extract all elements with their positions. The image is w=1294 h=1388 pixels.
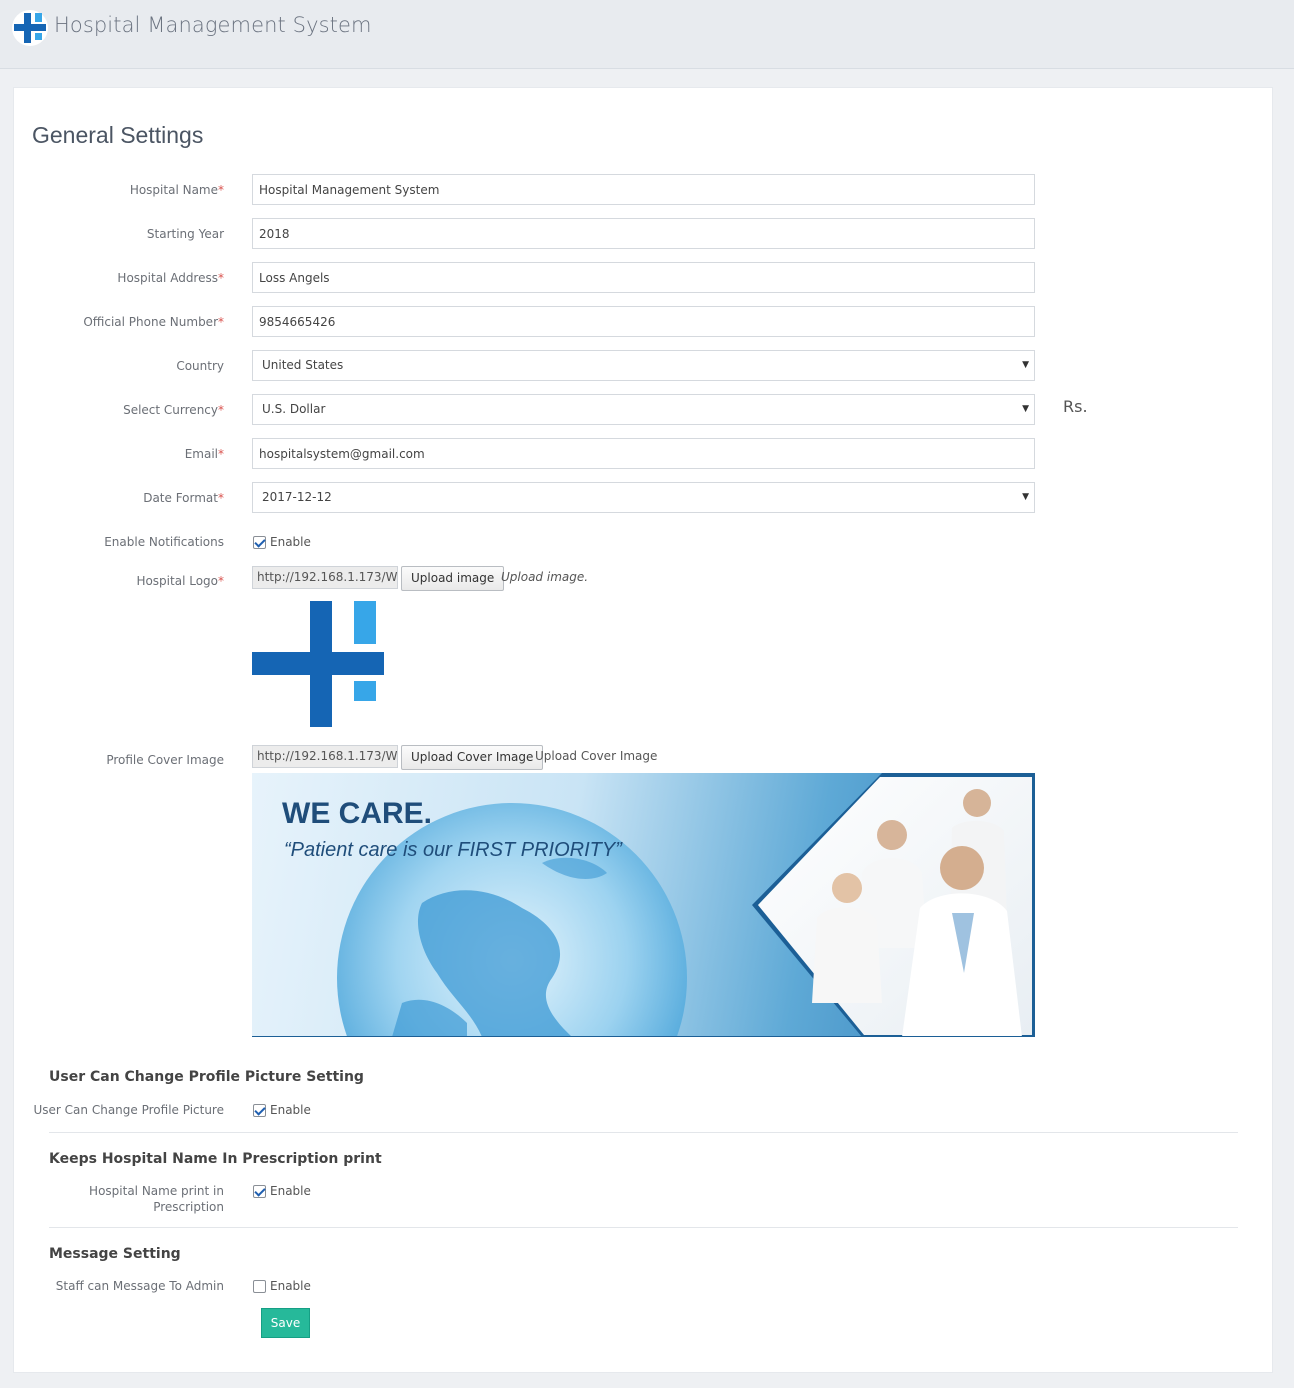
hospital-name-input[interactable] (252, 174, 1035, 205)
starting-year-input[interactable] (252, 218, 1035, 249)
notifications-label: Enable Notifications (104, 535, 224, 549)
section-divider (49, 1132, 1238, 1133)
prescription-checkbox-label[interactable]: Enable (270, 1184, 311, 1198)
prescription-label: Hospital Name print in Prescription (89, 1184, 224, 1214)
upload-logo-button[interactable]: Upload image (401, 566, 505, 591)
cover-image-url-input[interactable]: http://192.168.1.173/Wor (252, 745, 398, 768)
profile-picture-checkbox-label[interactable]: Enable (270, 1103, 311, 1117)
caret-down-icon: ▼ (1022, 492, 1029, 502)
hospital-logo-url-input[interactable]: http://192.168.1.173/Wor (252, 566, 398, 589)
profile-picture-label: User Can Change Profile Picture (33, 1103, 224, 1117)
top-navbar: Hospital Management System (0, 0, 1294, 69)
date-format-selected-value: 2017-12-12 (262, 490, 332, 504)
staff-message-checkbox-label[interactable]: Enable (270, 1279, 311, 1293)
required-marker: * (218, 574, 224, 588)
phone-input[interactable] (252, 306, 1035, 337)
email-label: Email* (184, 447, 224, 461)
general-settings-panel: General Settings Hospital Name* Starting… (13, 87, 1273, 1373)
cover-image-preview: WE CARE. “Patient care is our FIRST PRIO… (252, 773, 1035, 1037)
phone-label: Official Phone Number* (83, 315, 224, 329)
section-divider (49, 1227, 1238, 1228)
prescription-section-title: Keeps Hospital Name In Prescription prin… (49, 1151, 382, 1167)
notifications-checkbox[interactable] (253, 536, 266, 549)
upload-cover-hint: Upload Cover Image (535, 749, 658, 763)
page-title: General Settings (32, 122, 204, 148)
required-marker: * (218, 271, 224, 285)
hospital-logo-preview (252, 601, 384, 727)
hospital-name-label: Hospital Name* (129, 183, 224, 197)
upload-logo-hint: Upload image. (501, 570, 589, 584)
required-marker: * (218, 315, 224, 329)
hospital-address-input[interactable] (252, 262, 1035, 293)
required-marker: * (218, 491, 224, 505)
caret-down-icon: ▼ (1022, 404, 1029, 414)
country-label: Country (176, 359, 224, 373)
country-select[interactable]: United States ▼ (252, 350, 1035, 381)
message-section-title: Message Setting (49, 1246, 181, 1262)
currency-selected-value: U.S. Dollar (262, 402, 326, 416)
prescription-checkbox[interactable] (253, 1185, 266, 1198)
currency-select[interactable]: U.S. Dollar ▼ (252, 394, 1035, 425)
date-format-label: Date Format* (143, 491, 224, 505)
cover-tagline: “Patient care is our FIRST PRIORITY” (284, 839, 622, 861)
starting-year-label: Starting Year (146, 227, 224, 241)
staff-message-checkbox[interactable] (253, 1280, 266, 1293)
required-marker: * (218, 183, 224, 197)
app-title[interactable]: Hospital Management System (54, 13, 372, 37)
upload-cover-button[interactable]: Upload Cover Image (401, 745, 544, 770)
required-marker: * (218, 447, 224, 461)
country-selected-value: United States (262, 358, 344, 372)
profile-picture-checkbox[interactable] (253, 1104, 266, 1117)
cover-image-label: Profile Cover Image (106, 753, 224, 767)
notifications-checkbox-label[interactable]: Enable (270, 535, 311, 549)
caret-down-icon: ▼ (1022, 360, 1029, 370)
cover-headline: WE CARE. (282, 797, 432, 830)
required-marker: * (218, 403, 224, 417)
hospital-address-label: Hospital Address* (117, 271, 224, 285)
currency-symbol: Rs. (1063, 397, 1088, 416)
save-button[interactable]: Save (261, 1308, 310, 1338)
hospital-logo-label: Hospital Logo* (136, 574, 224, 588)
currency-label: Select Currency* (123, 403, 224, 417)
profile-picture-section-title: User Can Change Profile Picture Setting (49, 1069, 364, 1085)
date-format-select[interactable]: 2017-12-12 ▼ (252, 482, 1035, 513)
email-input[interactable] (252, 438, 1035, 469)
hospital-logo-icon[interactable] (12, 10, 48, 46)
staff-message-label: Staff can Message To Admin (55, 1279, 224, 1293)
